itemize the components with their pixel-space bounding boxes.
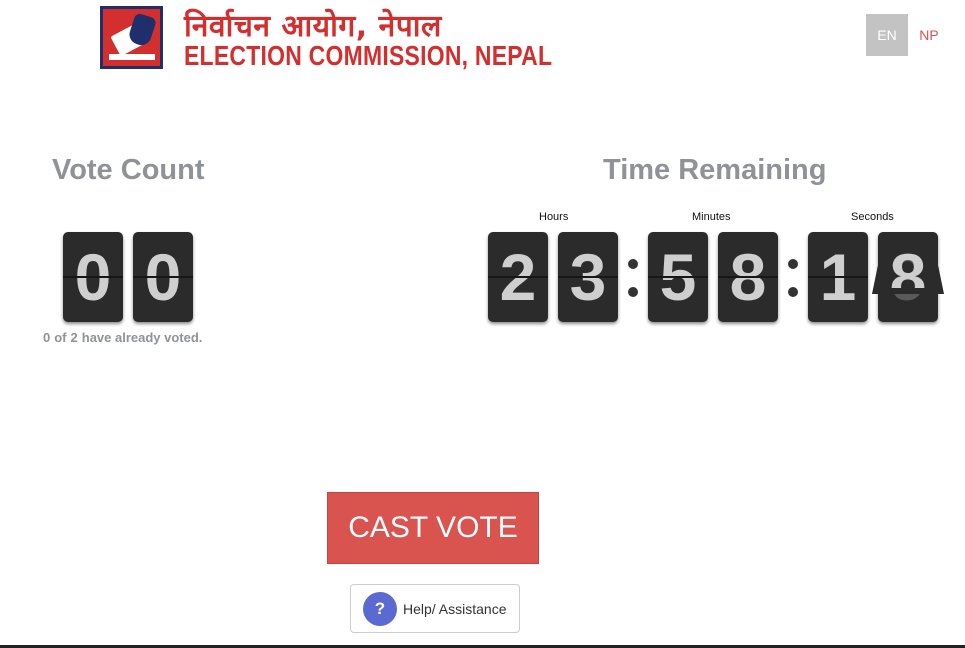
hours-label: Hours <box>539 211 569 223</box>
time-separator <box>787 259 799 315</box>
seconds-digit-top-half: 8 <box>889 240 927 288</box>
help-assistance-label: Help/ Assistance <box>403 600 507 617</box>
minutes-label: Minutes <box>692 211 731 223</box>
language-np-button[interactable]: NP <box>908 14 950 56</box>
hours-digit: 2 <box>488 232 548 322</box>
cast-vote-button[interactable]: CAST VOTE <box>327 492 539 564</box>
seconds-digit: 1 <box>808 232 868 322</box>
ballot-box-icon <box>100 6 163 69</box>
logo-text-english: ELECTION COMMISSION, NEPAL <box>184 40 553 71</box>
vote-count-digit: 0 <box>133 232 193 322</box>
voted-status-text: 0 of 2 have already voted. <box>43 330 203 345</box>
help-question-icon: ? <box>363 591 397 626</box>
minutes-digit: 5 <box>648 232 708 322</box>
seconds-label: Seconds <box>851 211 894 223</box>
election-commission-logo: निर्वाचन आयोग, नेपाल ELECTION COMMISSION… <box>100 6 552 71</box>
language-en-button[interactable]: EN <box>866 14 908 56</box>
time-separator <box>627 259 639 315</box>
logo-text-nepali: निर्वाचन आयोग, नेपाल <box>184 9 442 44</box>
vote-count-title: Vote Count <box>52 154 205 186</box>
minutes-digit: 8 <box>718 232 778 322</box>
vote-count-digit: 0 <box>63 232 123 322</box>
time-remaining-title: Time Remaining <box>603 154 827 186</box>
help-assistance-button[interactable]: ? Help/ Assistance <box>350 584 520 633</box>
hours-digit: 3 <box>558 232 618 322</box>
